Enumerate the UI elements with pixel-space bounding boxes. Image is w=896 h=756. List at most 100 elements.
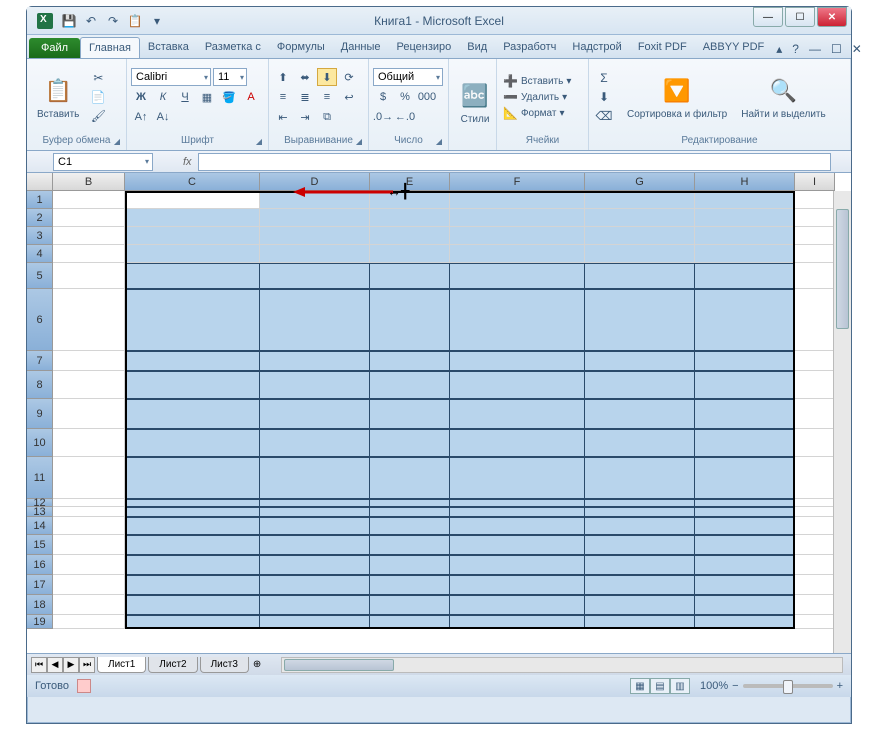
cell[interactable]	[53, 507, 125, 517]
cell[interactable]	[53, 615, 125, 629]
cell[interactable]	[260, 507, 370, 517]
cell[interactable]	[260, 429, 370, 457]
cell[interactable]	[450, 245, 585, 263]
cell[interactable]	[450, 457, 585, 499]
scroll-thumb[interactable]	[836, 209, 849, 329]
cell[interactable]	[125, 263, 260, 289]
cell[interactable]	[370, 499, 450, 507]
row-header-16[interactable]: 16	[27, 555, 53, 575]
cell[interactable]	[585, 227, 695, 245]
fill-button[interactable]: ⬇	[593, 88, 615, 106]
row-header-13[interactable]: 13	[27, 507, 53, 517]
cell[interactable]	[695, 371, 795, 399]
delete-cells-button[interactable]: ➖Удалить▾	[501, 89, 573, 105]
scroll-thumb[interactable]	[284, 659, 394, 671]
cell[interactable]	[695, 535, 795, 555]
cell[interactable]	[695, 263, 795, 289]
decrease-decimal-button[interactable]: ←.0	[395, 108, 415, 126]
cell[interactable]	[795, 289, 835, 351]
cell[interactable]	[260, 263, 370, 289]
macro-record-button[interactable]	[77, 679, 91, 693]
formula-input[interactable]	[198, 153, 831, 171]
first-sheet-button[interactable]: ⏮	[31, 657, 47, 673]
new-sheet-button[interactable]: ⊕	[253, 659, 261, 670]
save-button[interactable]: 💾	[59, 11, 79, 31]
cell[interactable]	[53, 575, 125, 595]
cell[interactable]	[695, 191, 795, 209]
vertical-scrollbar[interactable]	[833, 191, 851, 653]
close-button[interactable]: ✕	[817, 7, 847, 27]
cell[interactable]	[585, 555, 695, 575]
align-left-button[interactable]: ≡	[273, 88, 293, 106]
cell[interactable]	[125, 615, 260, 629]
cell[interactable]	[260, 595, 370, 615]
font-color-button[interactable]: A	[241, 88, 261, 106]
cell[interactable]	[695, 499, 795, 507]
cell[interactable]	[695, 399, 795, 429]
cell[interactable]	[795, 499, 835, 507]
cell[interactable]	[450, 575, 585, 595]
cell[interactable]	[125, 399, 260, 429]
cell[interactable]	[260, 457, 370, 499]
cell[interactable]	[370, 351, 450, 371]
tab-рецензиро[interactable]: Рецензиро	[389, 37, 460, 58]
cell[interactable]	[370, 371, 450, 399]
zoom-in-button[interactable]: +	[837, 680, 843, 692]
cell[interactable]	[450, 555, 585, 575]
cell[interactable]	[260, 575, 370, 595]
row-header-14[interactable]: 14	[27, 517, 53, 535]
zoom-level[interactable]: 100%	[700, 680, 728, 692]
cell[interactable]	[795, 535, 835, 555]
merge-button[interactable]: ⧉	[317, 108, 337, 126]
percent-button[interactable]: %	[395, 88, 415, 106]
cell[interactable]	[260, 245, 370, 263]
fx-icon[interactable]: fx	[183, 156, 192, 168]
cell[interactable]	[125, 227, 260, 245]
cell[interactable]	[370, 535, 450, 555]
cell[interactable]	[125, 575, 260, 595]
row-header-8[interactable]: 8	[27, 371, 53, 399]
workbook-min-button[interactable]: —	[805, 40, 825, 58]
page-layout-button[interactable]: ▤	[650, 678, 670, 694]
format-painter-button[interactable]: 🖌	[87, 107, 109, 125]
horizontal-scrollbar[interactable]	[281, 657, 843, 673]
name-box[interactable]: C1	[53, 153, 153, 171]
row-header-7[interactable]: 7	[27, 351, 53, 371]
underline-button[interactable]: Ч	[175, 88, 195, 106]
cell[interactable]	[53, 499, 125, 507]
cell[interactable]	[695, 209, 795, 227]
align-bottom-button[interactable]: ⬇	[317, 68, 337, 86]
cell[interactable]	[695, 575, 795, 595]
shrink-font-button[interactable]: A↓	[153, 108, 173, 126]
cell[interactable]	[585, 191, 695, 209]
cells-grid[interactable]	[53, 191, 835, 629]
font-name-combo[interactable]: Calibri	[131, 68, 211, 86]
cell[interactable]	[585, 289, 695, 351]
dialog-launcher-icon[interactable]: ◢	[436, 137, 442, 146]
align-right-button[interactable]: ≡	[317, 88, 337, 106]
cell[interactable]	[53, 429, 125, 457]
col-header-F[interactable]: F	[450, 173, 585, 191]
help-icon[interactable]: ?	[788, 40, 803, 58]
cell[interactable]	[450, 191, 585, 209]
cell[interactable]	[450, 499, 585, 507]
row-header-9[interactable]: 9	[27, 399, 53, 429]
cell[interactable]	[585, 517, 695, 535]
cell[interactable]	[585, 575, 695, 595]
cell[interactable]	[53, 535, 125, 555]
cell[interactable]	[450, 517, 585, 535]
cell[interactable]	[585, 595, 695, 615]
increase-decimal-button[interactable]: .0→	[373, 108, 393, 126]
select-all-corner[interactable]	[27, 173, 53, 191]
cell[interactable]	[53, 263, 125, 289]
row-header-15[interactable]: 15	[27, 535, 53, 555]
cell[interactable]	[450, 289, 585, 351]
comma-button[interactable]: 000	[417, 88, 437, 106]
cell[interactable]	[260, 615, 370, 629]
cell[interactable]	[370, 507, 450, 517]
tab-вставка[interactable]: Вставка	[140, 37, 197, 58]
qat-dropdown[interactable]: ▾	[147, 11, 167, 31]
orientation-button[interactable]: ⟳	[339, 68, 359, 86]
cell[interactable]	[53, 555, 125, 575]
cell[interactable]	[370, 245, 450, 263]
